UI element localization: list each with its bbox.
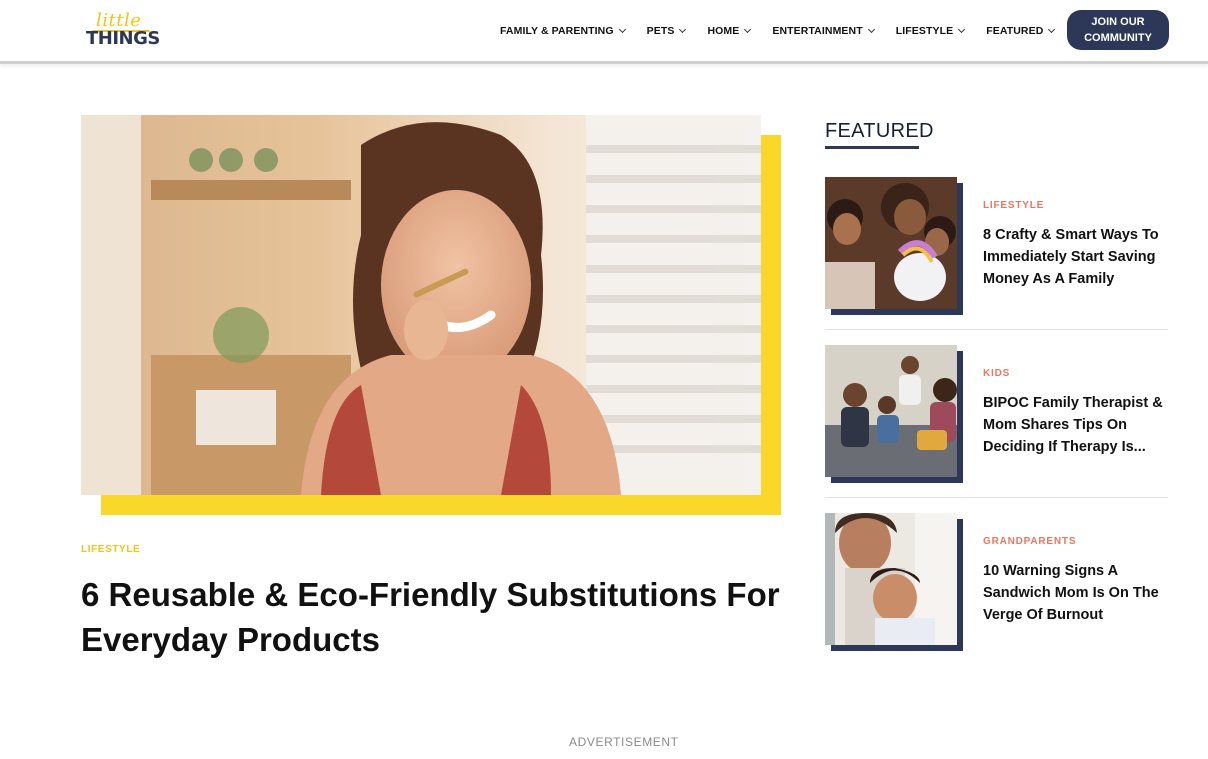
nav-item-label: HOME (707, 25, 740, 37)
card-title[interactable]: 8 Crafty & Smart Ways To Immediately Sta… (983, 224, 1168, 290)
join-line-1: JOIN OUR (1091, 16, 1145, 28)
card-image[interactable] (825, 345, 957, 477)
nav-item-pets[interactable]: PETS (646, 22, 687, 40)
nav-item-label: LIFESTYLE (895, 25, 954, 37)
logo-things-text: THINGS (86, 28, 160, 49)
nav-item-entertainment[interactable]: ENTERTAINMENT (772, 22, 875, 40)
nav-item-home[interactable]: HOME (707, 22, 752, 40)
nav-item-lifestyle[interactable]: LIFESTYLE (895, 22, 966, 40)
hero-article[interactable] (81, 115, 781, 515)
nav-item-family-parenting[interactable]: FAMILY & PARENTING (500, 22, 626, 40)
chevron-down-icon (744, 25, 752, 34)
chevron-down-icon (867, 25, 875, 34)
featured-card[interactable]: LIFESTYLE 8 Crafty & Smart Ways To Immed… (825, 177, 1168, 317)
featured-divider (825, 329, 1168, 330)
hero-image[interactable] (81, 115, 761, 495)
hero-category[interactable]: LIFESTYLE (81, 544, 140, 555)
join-line-2: COMMUNITY (1084, 32, 1152, 44)
nav-item-label: FAMILY & PARENTING (500, 25, 614, 37)
nav-item-featured[interactable]: FEATURED (986, 22, 1056, 40)
card-image[interactable] (825, 177, 957, 309)
main-nav: FAMILY & PARENTING PETS HOME ENTERTAINME… (500, 22, 1076, 40)
chevron-down-icon (618, 25, 626, 34)
card-category[interactable]: KIDS (983, 368, 1010, 379)
card-title[interactable]: 10 Warning Signs A Sandwich Mom Is On Th… (983, 560, 1168, 626)
card-title[interactable]: BIPOC Family Therapist & Mom Shares Tips… (983, 392, 1168, 458)
chevron-down-icon (1048, 25, 1056, 34)
card-image[interactable] (825, 513, 957, 645)
nav-item-label: PETS (646, 25, 675, 37)
hero-image-photo (81, 115, 761, 495)
hero-title[interactable]: 6 Reusable & Eco-Friendly Substitutions … (81, 572, 781, 662)
site-header: little THINGS FAMILY & PARENTING PETS HO… (0, 0, 1208, 64)
featured-heading-underline (825, 146, 919, 149)
featured-card[interactable]: KIDS BIPOC Family Therapist & Mom Shares… (825, 345, 1168, 485)
chevron-down-icon (958, 25, 966, 34)
card-category[interactable]: LIFESTYLE (983, 200, 1044, 211)
card-category[interactable]: GRANDPARENTS (983, 536, 1076, 547)
featured-card[interactable]: GRANDPARENTS 10 Warning Signs A Sandwich… (825, 513, 1168, 653)
card-image-photo (825, 513, 957, 645)
chevron-down-icon (679, 25, 687, 34)
join-community-button[interactable]: JOIN OUR COMMUNITY (1067, 10, 1169, 50)
featured-divider (825, 497, 1168, 498)
site-logo[interactable]: little THINGS (86, 10, 166, 54)
advertisement-label: ADVERTISEMENT (569, 735, 679, 749)
featured-heading: FEATURED (825, 120, 934, 142)
nav-item-label: ENTERTAINMENT (772, 25, 863, 37)
card-image-photo (825, 345, 957, 477)
nav-item-label: FEATURED (986, 25, 1044, 37)
card-image-photo (825, 177, 957, 309)
